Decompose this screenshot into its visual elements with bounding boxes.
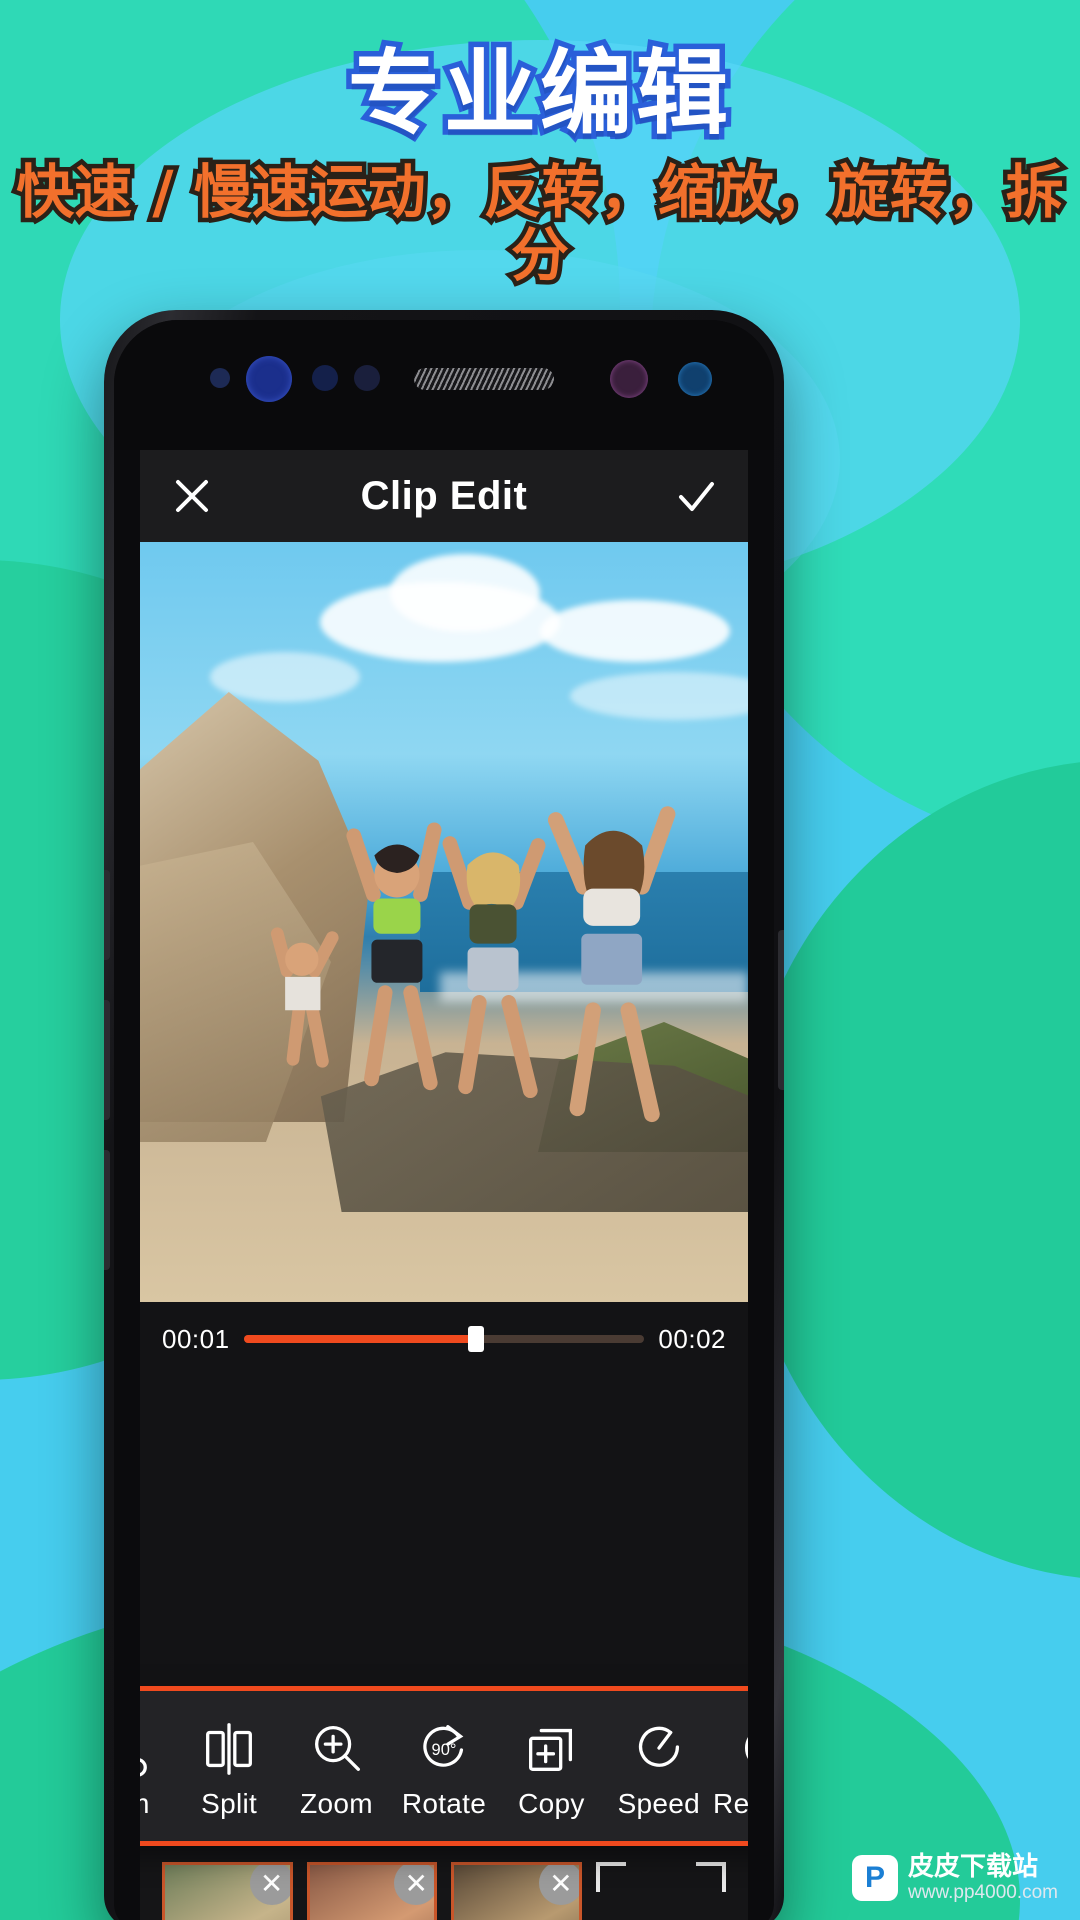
tool-trim[interactable]: Trim	[140, 1712, 175, 1820]
person-head	[285, 942, 319, 976]
timeline-current-time: 00:01	[162, 1323, 230, 1354]
tool-reverse[interactable]: Reverse	[713, 1712, 748, 1820]
clip-thumbnail[interactable]: ✕	[451, 1862, 582, 1920]
tool-speed[interactable]: Speed	[605, 1712, 712, 1820]
clip-remove-icon[interactable]: ✕	[538, 1865, 579, 1905]
phone-button-power[interactable]	[778, 930, 784, 1090]
clip-remove-icon[interactable]: ✕	[249, 1865, 290, 1905]
frame-corner-icon	[696, 1862, 727, 1892]
tool-label: Speed	[617, 1788, 701, 1819]
phone-button-bixby[interactable]	[104, 870, 110, 960]
sensor-light-icon	[312, 365, 338, 391]
front-camera-icon	[610, 360, 648, 398]
phone-screen-frame: Clip Edit 00:01 00:02 ✕ ✕ ✕ Split Zoom 9…	[114, 320, 774, 1920]
frame-corner-icon	[595, 1862, 626, 1892]
clips-thumbnail-row: ✕ ✕ ✕ +	[140, 1862, 748, 1920]
promo-headline-block: 专业编辑 快速 / 慢速运动，反转，缩放，旋转，拆分	[0, 40, 1080, 292]
close-x-icon[interactable]	[168, 472, 216, 520]
tool-zoom[interactable]: Zoom	[283, 1712, 390, 1820]
split-icon	[175, 1712, 282, 1784]
tool-label: Trim	[140, 1788, 175, 1820]
jumping-people-illustration	[270, 806, 676, 1123]
video-timeline[interactable]: 00:01 00:02	[140, 1302, 748, 1376]
add-clip-button[interactable]: +	[595, 1862, 727, 1920]
tool-label: Zoom	[300, 1788, 373, 1819]
bg-blob-4	[740, 760, 1080, 1580]
phone-mockup: Clip Edit 00:01 00:02 ✕ ✕ ✕ Split Zoom 9…	[104, 310, 784, 1920]
sensor-proximity-icon	[210, 368, 230, 388]
tool-label: Copy	[518, 1788, 585, 1819]
scissors-icon	[140, 1712, 175, 1784]
timeline-total-time: 00:02	[658, 1323, 726, 1354]
sensor-led-icon	[354, 365, 380, 391]
phone-button-volume-up[interactable]	[104, 1000, 110, 1120]
video-preview[interactable]	[140, 542, 748, 1302]
app-screen: Clip Edit 00:01 00:02 ✕ ✕ ✕ Split Zoom 9…	[140, 450, 748, 1920]
clip-thumbnail[interactable]: ✕	[306, 1862, 438, 1920]
duplicate-plus-icon	[498, 1712, 605, 1784]
clip-thumbnail[interactable]: ✕	[162, 1862, 293, 1920]
watermark-site-name: 皮皮下载站	[908, 1851, 1039, 1882]
phone-button-volume-down[interactable]	[104, 1150, 110, 1270]
tool-copy[interactable]: Copy	[498, 1712, 605, 1820]
magnifier-plus-icon	[283, 1712, 390, 1784]
timeline-progress-fill	[243, 1335, 477, 1343]
tool-rotate[interactable]: 90° Rotate	[390, 1712, 497, 1820]
timeline-playhead-handle[interactable]	[468, 1326, 485, 1352]
clip-remove-icon[interactable]: ✕	[394, 1865, 435, 1905]
sensor-aux-icon	[678, 362, 712, 396]
site-watermark: P 皮皮下载站 www.pp4000.com	[852, 1851, 1058, 1904]
timeline-track[interactable]	[243, 1326, 645, 1352]
earpiece-speaker-icon	[414, 368, 554, 390]
tool-split[interactable]: Split	[175, 1712, 282, 1820]
promo-subheadline: 快速 / 慢速运动，反转，缩放，旋转，拆分	[12, 155, 1069, 291]
rotate-badge-text: 90°	[432, 1741, 457, 1759]
promo-headline: 专业编辑	[342, 40, 733, 147]
plus-icon: +	[642, 1915, 679, 1920]
rotate-90-icon: 90°	[390, 1712, 497, 1784]
page-title: Clip Edit	[360, 473, 528, 518]
app-header-bar: Clip Edit	[140, 450, 748, 542]
tool-label: Split	[201, 1788, 258, 1819]
watermark-url: www.pp4000.com	[908, 1882, 1058, 1904]
watermark-logo-icon: P	[852, 1855, 899, 1902]
watermark-text: 皮皮下载站 www.pp4000.com	[908, 1851, 1058, 1904]
tool-label: Rotate	[401, 1788, 487, 1819]
editing-toolbar: Trim Split	[140, 1686, 748, 1846]
phone-top-bezel	[114, 320, 774, 450]
check-icon[interactable]	[672, 472, 720, 520]
stopwatch-icon	[605, 1712, 712, 1784]
sensor-iris-scanner-icon	[246, 356, 292, 402]
tool-label: Reverse	[713, 1788, 748, 1819]
reverse-arrow-icon	[713, 1712, 748, 1784]
